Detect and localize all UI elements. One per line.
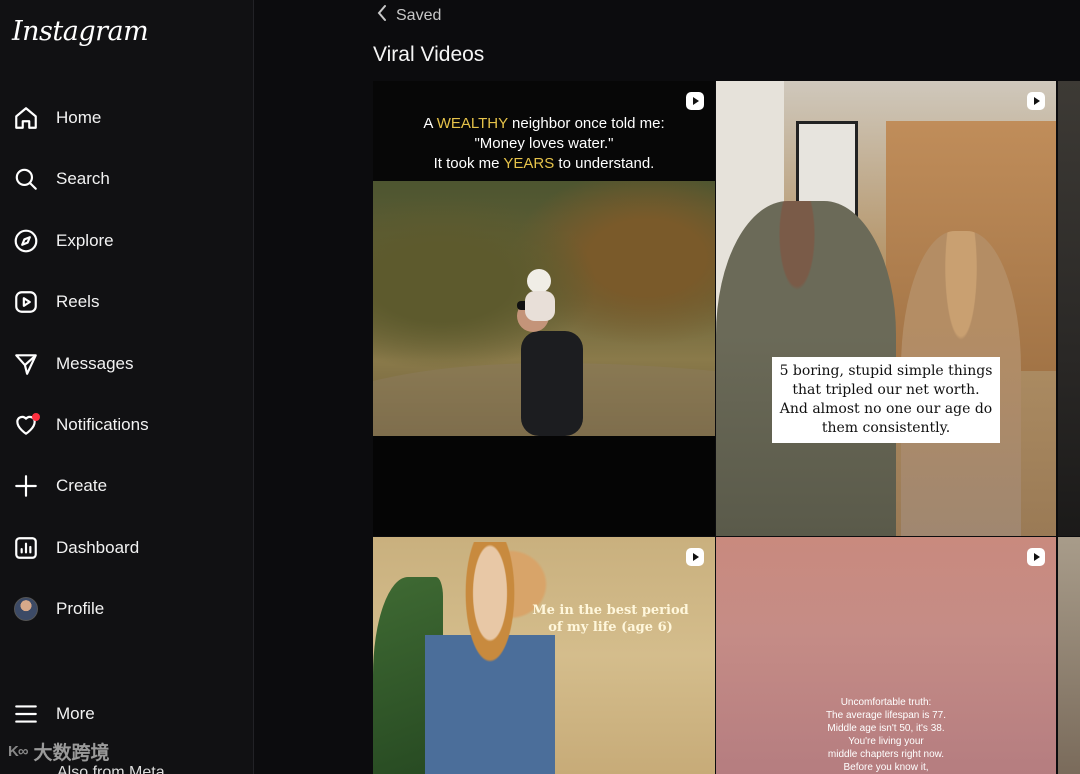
paper-plane-icon	[12, 350, 40, 378]
caption-text: "Money loves water."	[474, 135, 614, 152]
sidebar-item-label: Notifications	[56, 415, 149, 434]
sidebar-item-label: Reels	[56, 292, 100, 311]
also-from-meta-link[interactable]: Also from Meta	[57, 764, 165, 774]
reel-caption: Me in the best period of my life (age 6)	[532, 603, 689, 635]
sidebar-item-more[interactable]: More	[0, 692, 254, 736]
caption-highlight: YEARS	[503, 155, 555, 172]
collection-title: Viral Videos	[373, 43, 485, 66]
bar-chart-icon	[12, 534, 40, 562]
reel-play-icon	[1026, 91, 1046, 111]
reel-caption: A WEALTHY neighbor once told me: "Money …	[373, 81, 715, 181]
sidebar-item-label: Create	[56, 476, 108, 495]
heart-icon	[12, 411, 40, 439]
caption-text: A	[423, 115, 437, 132]
sidebar-item-reels[interactable]: Reels	[0, 280, 254, 324]
reel-play-icon	[685, 547, 705, 567]
reel-tile[interactable]: A WEALTHY neighbor once told me: "Money …	[373, 81, 715, 536]
reel-play-icon	[685, 91, 705, 111]
sidebar-item-home[interactable]: Home	[0, 96, 254, 140]
saved-collection: Saved Viral Videos A WEALTHY neighbor on…	[254, 0, 1080, 774]
sidebar-item-search[interactable]: Search	[0, 157, 254, 201]
avatar	[14, 597, 38, 621]
caption-text: to understand.	[554, 155, 655, 172]
sidebar-item-label: Messages	[56, 354, 134, 373]
reel-tile[interactable]: Uncomfortable truth: The average lifespa…	[716, 537, 1056, 774]
reel-tile[interactable]: Me in the best period of my life (age 6)	[373, 537, 715, 774]
menu-icon	[12, 700, 40, 728]
sidebar-item-explore[interactable]: Explore	[0, 219, 254, 263]
sidebar-item-label: More	[56, 704, 95, 723]
reel-caption: Uncomfortable truth: The average lifespa…	[716, 696, 1056, 774]
caption-line: The average lifespan is 77.	[825, 710, 947, 721]
search-icon	[12, 165, 40, 193]
reel-tile[interactable]	[1058, 81, 1080, 536]
reel-caption: 5 boring, stupid simple things that trip…	[772, 357, 1000, 443]
reel-play-icon	[1026, 547, 1046, 567]
sidebar-item-label: Dashboard	[56, 538, 140, 557]
avatar-wrapper	[12, 595, 40, 623]
sidebar-item-label: Explore	[56, 231, 114, 250]
reel-thumbnail	[373, 181, 715, 436]
compass-icon	[12, 227, 40, 255]
caption-line: You're living your	[848, 736, 924, 747]
caption-line: Middle age isn't 50, it's 38.	[827, 723, 945, 734]
sidebar-item-label: Search	[56, 169, 110, 188]
instagram-logo[interactable]: Instagram	[12, 16, 149, 47]
sidebar-item-create[interactable]: Create	[0, 464, 254, 508]
notification-badge	[32, 413, 40, 421]
sidebar-item-dashboard[interactable]: Dashboard	[0, 526, 254, 570]
back-button[interactable]: Saved	[376, 4, 441, 27]
caption-line: Uncomfortable truth:	[840, 697, 932, 708]
caption-line: Before you know it,	[843, 762, 929, 773]
reel-thumbnail-person	[425, 542, 555, 774]
chevron-left-icon	[376, 4, 388, 27]
sidebar-item-profile[interactable]: Profile	[0, 587, 254, 631]
sidebar: Instagram Home Search Explore Reels Mess…	[0, 0, 254, 774]
sidebar-item-notifications[interactable]: Notifications	[0, 403, 254, 447]
sidebar-item-label: Profile	[56, 599, 105, 618]
plus-icon	[12, 472, 40, 500]
caption-text: It took me	[433, 155, 504, 172]
watermark-text: 大数跨境	[33, 743, 110, 764]
reel-tile[interactable]	[1058, 537, 1080, 774]
sidebar-item-label: Home	[56, 108, 102, 127]
watermark-logo: K∞	[8, 743, 29, 760]
reel-tile[interactable]: 5 boring, stupid simple things that trip…	[716, 81, 1056, 536]
sidebar-item-messages[interactable]: Messages	[0, 342, 254, 386]
watermark: K∞ 大数跨境	[8, 738, 110, 765]
caption-text: neighbor once told me:	[507, 115, 665, 132]
reels-icon	[12, 288, 40, 316]
caption-line: middle chapters right now.	[827, 749, 945, 760]
home-icon	[12, 104, 40, 132]
back-label: Saved	[396, 6, 442, 24]
caption-highlight: WEALTHY	[436, 115, 508, 132]
